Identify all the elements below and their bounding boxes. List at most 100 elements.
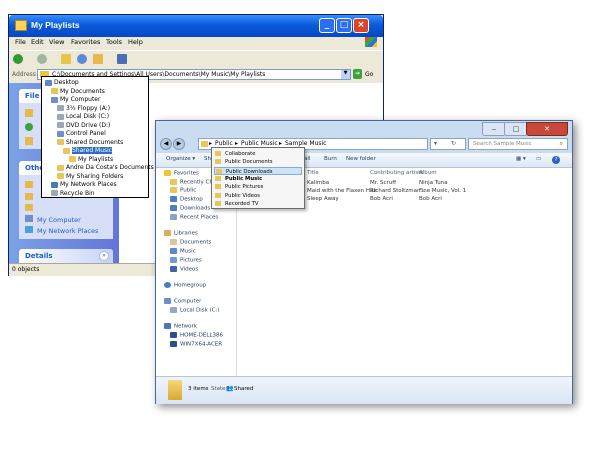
column-album[interactable]: Album (419, 170, 437, 176)
tree-item[interactable]: Shared Documents (57, 139, 123, 147)
dropdown-item[interactable]: Public Documents (214, 158, 302, 166)
tree-item[interactable]: My Network Places (51, 181, 117, 189)
details-header[interactable]: Details » (19, 249, 113, 263)
tree-item[interactable]: My Computer (51, 96, 100, 104)
nav-favorites-label: Favorites (174, 170, 199, 177)
cell-album: Ninja Tuna (419, 180, 448, 186)
up-folder-icon[interactable] (61, 54, 71, 64)
nav-libraries[interactable]: Libraries (164, 230, 198, 237)
nav-public[interactable]: Public (170, 187, 196, 194)
nav-win7x64-acer[interactable]: WIN7X64-ACER (170, 341, 222, 348)
go-arrow-icon[interactable]: ➔ (353, 69, 362, 79)
tree-item[interactable]: Andre Da Costa's Documents (57, 164, 154, 172)
dropdown-item[interactable]: Public Music (214, 175, 302, 183)
tree-item[interactable]: Shared Music (63, 147, 113, 155)
w7-close-button[interactable]: ✕ (526, 122, 568, 136)
forward-icon[interactable] (37, 54, 47, 64)
link-my-computer[interactable]: My Computer (37, 216, 81, 224)
address-label: Address (12, 71, 36, 78)
tree-item[interactable]: My Sharing Folders (57, 173, 123, 181)
tree-item[interactable]: DVD Drive (D:) (57, 122, 110, 130)
maximize-button[interactable]: □ (336, 18, 352, 33)
nav-recent-places[interactable]: Recent Places (170, 214, 218, 221)
chevron-down-icon[interactable]: » (99, 251, 109, 261)
search-icon[interactable] (77, 54, 87, 64)
tree-item-label: My Network Places (60, 181, 117, 188)
nav-computer[interactable]: Computer (164, 298, 201, 305)
preview-pane-icon[interactable]: ▭ (536, 156, 541, 162)
folder-icon (57, 105, 64, 111)
nav-home-dell[interactable]: HOME-DELL386 (170, 332, 223, 339)
dropdown-item[interactable]: Collaborate (214, 150, 302, 158)
minimize-button[interactable]: _ (319, 18, 335, 33)
go-button[interactable]: Go (365, 71, 373, 78)
help-icon[interactable]: ? (552, 156, 560, 164)
nav-item-label: Local Disk (C:) (180, 307, 220, 314)
pc-icon (170, 332, 177, 338)
xp-title-bar[interactable]: My Playlists _ □ × (9, 15, 383, 37)
tree-item-label: Recycle Bin (60, 189, 95, 197)
nav-network[interactable]: Network (164, 323, 197, 330)
new-folder-button[interactable]: New folder (346, 156, 376, 162)
menu-bar: File Edit View Favorites Tools Help (9, 37, 383, 49)
nav-pictures[interactable]: Pictures (170, 257, 202, 264)
folder-icon (215, 175, 221, 181)
menu-file[interactable]: File (15, 38, 26, 46)
nav-favorites[interactable]: Favorites (164, 170, 199, 177)
breadcrumb-public[interactable]: Public (215, 140, 233, 147)
nav-desktop[interactable]: Desktop (170, 196, 203, 203)
tree-item[interactable]: Desktop (45, 79, 79, 87)
folder-icon (15, 20, 27, 31)
views-icon[interactable]: ▦ ▾ (516, 156, 526, 162)
forward-arrow-icon[interactable]: ▶ (173, 138, 185, 150)
folder-icon (51, 181, 58, 188)
w7-minimize-button[interactable]: ‒ (482, 122, 506, 136)
folder-icon (57, 122, 64, 128)
nav-item-label: Documents (180, 239, 212, 246)
tree-item[interactable]: My Documents (51, 88, 105, 96)
back-arrow-icon[interactable]: ◀ (160, 138, 172, 150)
organize-button[interactable]: Organize ▾ (166, 156, 195, 162)
column-title[interactable]: Title (307, 170, 319, 176)
nav-homegroup[interactable]: Homegroup (164, 282, 206, 289)
cell-title: Kalimba (307, 180, 330, 186)
refresh-button[interactable]: ▾ ↻ (430, 138, 466, 150)
tree-item[interactable]: Local Disk (C:) (57, 113, 109, 121)
dropdown-item[interactable]: Recorded TV (214, 200, 302, 208)
w7-maximize-button[interactable]: □ (504, 122, 528, 136)
nav-homegroup-label: Homegroup (174, 282, 207, 289)
close-button[interactable]: × (353, 18, 369, 33)
nav-documents[interactable]: Documents (170, 239, 211, 246)
nav-local-disk[interactable]: Local Disk (C:) (170, 307, 220, 314)
tree-item[interactable]: Control Panel (57, 130, 106, 138)
cell-title: Maid with the Flaxen Hair (307, 188, 378, 194)
nav-downloads[interactable]: Downloads (170, 205, 210, 212)
network-icon (164, 323, 171, 329)
dropdown-item[interactable]: Public Videos (214, 192, 302, 200)
dropdown-item[interactable]: Public Downloads (214, 166, 302, 175)
tree-item[interactable]: Recycle Bin (51, 190, 95, 198)
nav-videos[interactable]: Videos (170, 266, 198, 273)
link-my-network-places[interactable]: My Network Places (37, 227, 98, 235)
menu-help[interactable]: Help (128, 38, 143, 46)
menu-view[interactable]: View (49, 38, 64, 46)
menu-favorites[interactable]: Favorites (71, 38, 100, 46)
menu-tools[interactable]: Tools (106, 38, 122, 46)
search-icon: ⌕ (559, 140, 563, 147)
column-contributing-artists[interactable]: Contributing artists (370, 170, 423, 176)
nav-computer-label: Computer (174, 298, 202, 305)
state-label: State: (211, 386, 228, 392)
nav-music[interactable]: Music (170, 248, 196, 255)
tree-item[interactable]: My Playlists (69, 156, 113, 164)
burn-button[interactable]: Burn (324, 156, 337, 162)
views-icon[interactable] (117, 54, 127, 64)
folders-icon[interactable] (93, 54, 103, 64)
breadcrumb-sample-music[interactable]: Sample Music (285, 140, 326, 147)
back-icon[interactable] (13, 54, 23, 64)
breadcrumb-public-music[interactable]: Public Music (241, 140, 278, 147)
address-dropdown-button[interactable]: ▼ (341, 70, 350, 79)
search-input[interactable]: Search Sample Music ⌕ (468, 138, 568, 150)
menu-edit[interactable]: Edit (31, 38, 44, 46)
tree-item[interactable]: 3½ Floppy (A:) (57, 105, 110, 113)
dropdown-item[interactable]: Public Pictures (214, 183, 302, 191)
